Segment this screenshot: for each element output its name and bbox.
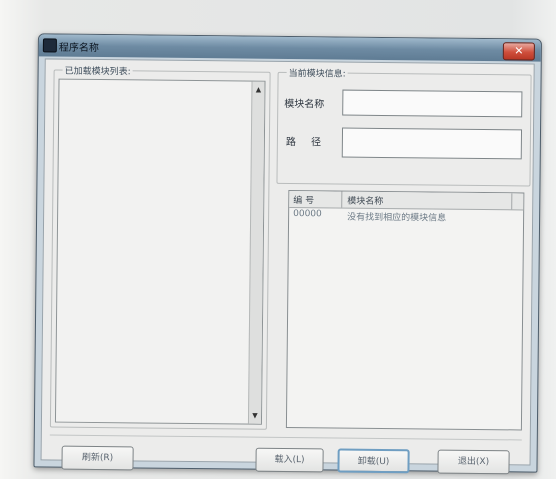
module-info-group: 当前模块信息: 模块名称 路 径	[276, 65, 532, 187]
refresh-button[interactable]: 刷新(R)	[61, 445, 134, 471]
table-row[interactable]: 00000 没有找到相应的模块信息	[289, 209, 523, 225]
module-table[interactable]: 编 号 模块名称 00000 没有找到相应的模块信息	[285, 189, 525, 431]
table-cell-id: 00000	[293, 209, 322, 220]
module-info-group-label: 当前模块信息:	[286, 65, 348, 80]
module-path-label: 路 径	[285, 136, 328, 149]
column-header-id[interactable]: 编 号	[293, 193, 314, 206]
module-list-group: 已加载模块列表: ▲ ▼	[49, 63, 271, 430]
scroll-up-arrow-icon[interactable]: ▲	[252, 84, 264, 96]
close-button[interactable]: ✕	[502, 42, 535, 61]
exit-button[interactable]: 退出(X)	[437, 449, 510, 475]
column-divider[interactable]	[341, 191, 343, 208]
column-divider[interactable]	[511, 193, 513, 210]
table-cell-name: 没有找到相应的模块信息	[347, 212, 447, 224]
scroll-down-arrow-icon[interactable]: ▼	[249, 410, 261, 422]
app-icon	[42, 38, 57, 53]
listbox-scrollbar[interactable]: ▲ ▼	[247, 81, 265, 424]
dialog-window: 程序名称 ✕ 已加载模块列表: ▲ ▼ 当前模块信息: 模块名称 路 径 编 号	[33, 33, 542, 475]
unload-button[interactable]: 卸载(U)	[337, 448, 410, 474]
module-list-group-label: 已加载模块列表:	[62, 63, 133, 78]
module-name-label: 模块名称	[284, 98, 325, 111]
dialog-client-area: 已加载模块列表: ▲ ▼ 当前模块信息: 模块名称 路 径 编 号 模块名称 0…	[40, 58, 535, 475]
module-name-field[interactable]	[342, 89, 523, 118]
window-title: 程序名称	[58, 42, 99, 54]
load-button[interactable]: 载入(L)	[255, 447, 324, 473]
module-path-field[interactable]	[341, 127, 523, 160]
table-header: 编 号 模块名称	[289, 191, 524, 211]
module-listbox[interactable]: ▲ ▼	[54, 78, 266, 425]
title-bar[interactable]: 程序名称 ✕	[38, 34, 541, 62]
column-header-name[interactable]: 模块名称	[347, 194, 383, 207]
